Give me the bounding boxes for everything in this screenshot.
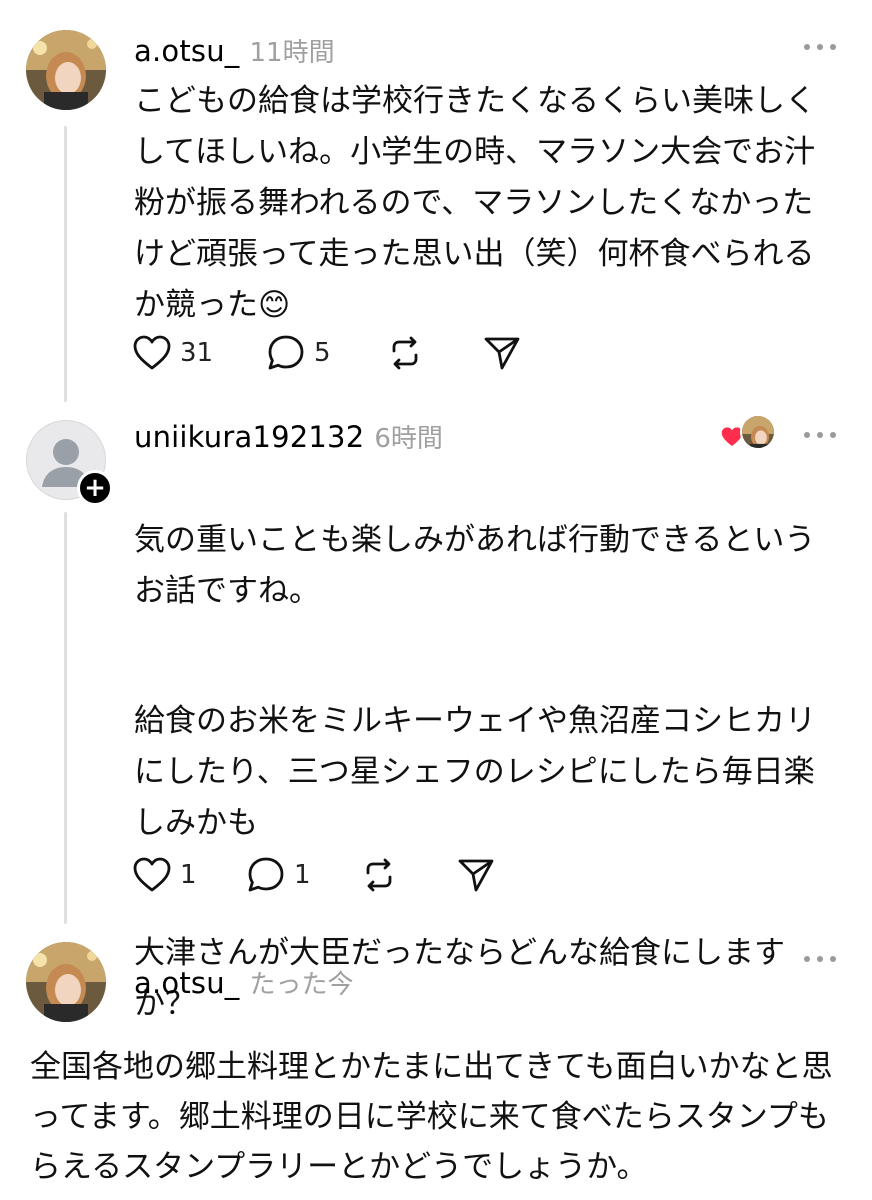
heart-icon — [133, 335, 171, 370]
thread-view: a.otsu_ 11時間 こどもの給食は学校行きたくなるくらい美味しくしてほしい… — [0, 0, 872, 1200]
post-header: uniikura192132 6時間 — [134, 418, 443, 455]
like-count: 31 — [180, 338, 214, 368]
post-header: a.otsu_ 11時間 — [134, 32, 335, 69]
repost-icon — [392, 336, 418, 370]
like-button[interactable]: 31 — [132, 335, 266, 371]
share-button[interactable] — [456, 856, 496, 894]
avatar[interactable] — [26, 942, 106, 1022]
thread-connector — [64, 512, 67, 924]
post-text: こどもの給食は学校行きたくなるくらい美味しくしてほしいね。小学生の時、マラソン大… — [134, 83, 816, 323]
post-paragraph: 給食のお米をミルキーウェイや魚沼産コシヒカリにしたり、三つ星シェフのレシピにした… — [134, 703, 816, 841]
timestamp: 6時間 — [374, 424, 443, 454]
plus-icon: + — [84, 473, 106, 503]
share-button[interactable] — [482, 334, 522, 372]
send-icon — [458, 859, 494, 892]
avatar — [740, 414, 776, 450]
post-paragraph: 気の重いことも楽しみがあれば行動できるというお話ですね。 — [134, 522, 816, 609]
follow-button[interactable]: + — [77, 470, 113, 506]
username[interactable]: a.otsu_ — [134, 34, 240, 68]
username[interactable]: uniikura192132 — [134, 420, 364, 454]
comment-icon — [248, 857, 284, 892]
comment-icon — [268, 335, 304, 370]
avatar[interactable] — [26, 30, 106, 110]
reply-count: 1 — [294, 860, 311, 890]
like-count: 1 — [180, 860, 197, 890]
reply-text: 全国各地の郷土料理とかたまに出てきても面白いかなと思ってます。郷土料理の日に学校… — [30, 1049, 833, 1185]
like-button[interactable]: 1 — [132, 857, 246, 893]
timestamp: たった今 — [249, 970, 354, 1000]
more-icon[interactable] — [804, 42, 836, 52]
repost-button[interactable] — [360, 856, 456, 894]
more-icon[interactable] — [804, 430, 836, 440]
reply-button[interactable]: 1 — [246, 856, 360, 894]
thread-connector — [64, 126, 67, 402]
liked-by-author — [720, 414, 776, 454]
action-bar: 1 1 — [132, 856, 496, 894]
timestamp: 11時間 — [249, 38, 335, 68]
repost-icon — [366, 858, 392, 892]
reply-count: 5 — [314, 338, 331, 368]
post-header: a.otsu_ たった今 — [134, 964, 354, 1001]
action-bar: 31 5 — [132, 334, 522, 372]
send-icon — [484, 337, 520, 370]
repost-button[interactable] — [386, 334, 482, 372]
username[interactable]: a.otsu_ — [134, 966, 240, 1000]
more-icon[interactable] — [804, 954, 836, 964]
heart-icon — [133, 857, 171, 892]
reply-button[interactable]: 5 — [266, 334, 386, 372]
